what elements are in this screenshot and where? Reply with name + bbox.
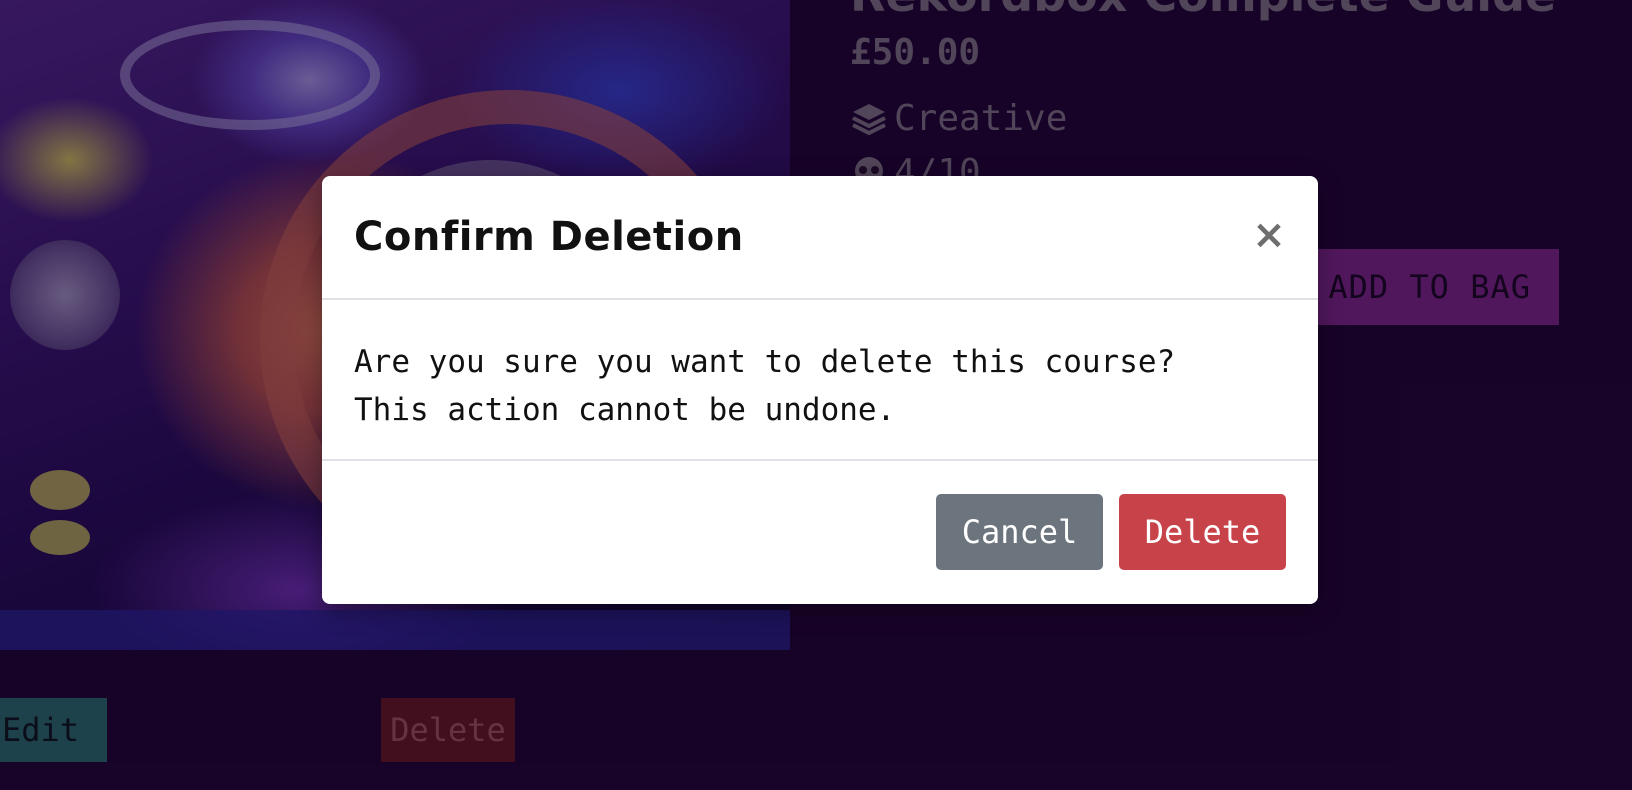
modal-body: Are you sure you want to delete this cou… <box>322 300 1318 461</box>
close-icon[interactable]: × <box>1246 212 1292 258</box>
cancel-button[interactable]: Cancel <box>936 494 1103 570</box>
confirm-delete-modal: Confirm Deletion × Are you sure you want… <box>322 176 1318 604</box>
confirm-delete-button[interactable]: Delete <box>1119 494 1286 570</box>
modal-message-line1: Are you sure you want to delete this cou… <box>354 344 1176 380</box>
modal-title: Confirm Deletion <box>354 214 744 260</box>
modal-message-line2: This action cannot be undone. <box>354 392 896 428</box>
modal-footer: Cancel Delete <box>322 461 1318 604</box>
modal-header: Confirm Deletion × <box>322 176 1318 300</box>
